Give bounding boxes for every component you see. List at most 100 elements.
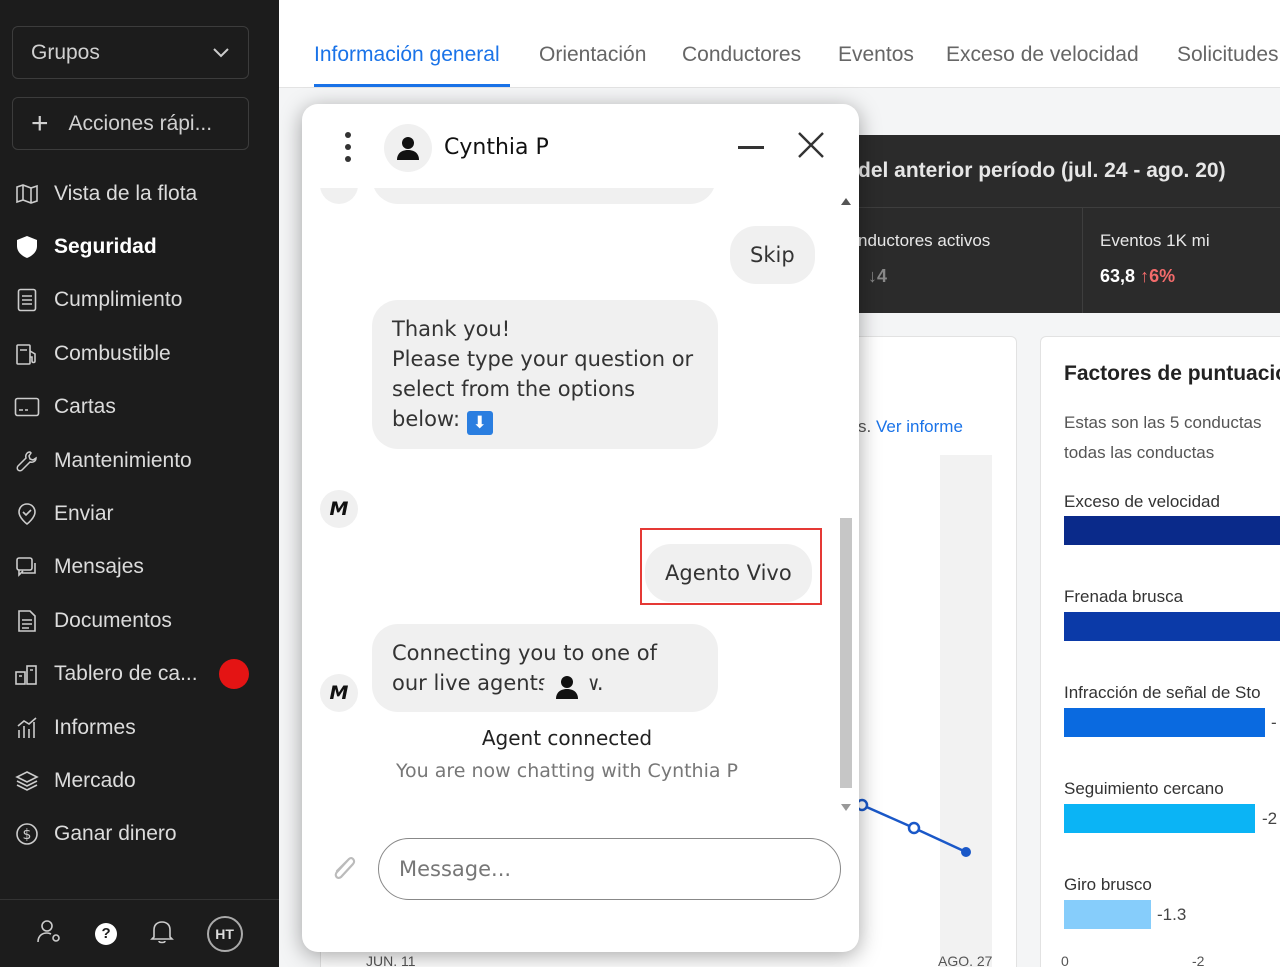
sidebar-item-cards[interactable]: Cartas [0, 381, 279, 434]
down-arrow-icon: ⬇ [466, 411, 493, 435]
plus-icon: + [31, 106, 49, 140]
view-report-link[interactable]: Ver informe [876, 417, 963, 436]
chart-highlight-band [940, 455, 992, 967]
close-icon[interactable] [796, 130, 826, 160]
agent-avatar [384, 124, 432, 172]
sidebar-item-marketplace[interactable]: Mercado [0, 754, 279, 807]
trend-line [858, 798, 971, 857]
sidebar-item-earn-money[interactable]: $ Ganar dinero [0, 808, 279, 861]
sidebar-item-messages[interactable]: Mensajes [0, 541, 279, 594]
bot-logo-icon: M [320, 490, 358, 528]
factor-value: - [1271, 713, 1277, 732]
paperclip-icon[interactable] [328, 852, 360, 886]
factor-bar [1064, 612, 1280, 641]
factor-label: Exceso de velocidad [1064, 492, 1220, 511]
sidebar-item-label: Tablero de ca... [54, 662, 198, 686]
card-icon [14, 394, 40, 420]
factor-bar [1064, 804, 1255, 833]
reports-icon [14, 715, 40, 741]
tab-overview[interactable]: Información general [314, 43, 500, 67]
help-icon[interactable]: ? [95, 922, 118, 945]
chevron-down-icon [213, 47, 229, 57]
dashboard-icon [14, 661, 40, 687]
active-tab-indicator [314, 84, 510, 87]
factor-axis-tick: -2 [1192, 953, 1205, 967]
scroll-up-arrow[interactable] [841, 198, 851, 205]
kpi-active-drivers-label: nductores activos [858, 231, 991, 250]
user-avatar[interactable]: HT [206, 915, 243, 952]
sidebar-item-documents[interactable]: Documentos [0, 594, 279, 647]
highlight-box [640, 528, 822, 605]
shield-icon [14, 234, 40, 260]
kpi-events-value-group: 63,8 ↑6% [1100, 266, 1175, 287]
factors-title: Factores de puntuación [1064, 362, 1280, 385]
tab-requests[interactable]: Solicitudes [1177, 43, 1279, 67]
sidebar-item-maintenance[interactable]: Mantenimiento [0, 434, 279, 487]
sidebar-item-label: Ganar dinero [54, 822, 177, 846]
divider [858, 207, 1280, 208]
sidebar-nav: Vista de la flota Seguridad Cumplimiento… [0, 167, 279, 861]
tab-coaching[interactable]: Orientación [539, 43, 646, 67]
sidebar-item-label: Informes [54, 715, 136, 739]
tab-events[interactable]: Eventos [838, 43, 914, 67]
sidebar-item-label: Enviar [54, 502, 114, 526]
x-tick-end: AGO. 27 [938, 953, 993, 967]
quick-actions-button[interactable]: + Acciones rápi... [12, 97, 249, 150]
sidebar-item-dispatch[interactable]: Enviar [0, 487, 279, 540]
groups-dropdown[interactable]: Grupos [12, 26, 249, 79]
sidebar-item-label: Seguridad [54, 235, 157, 259]
chat-messages[interactable]: Skip Thank you! Please type your questio… [302, 188, 837, 820]
factor-axis-tick: 0 [1061, 953, 1069, 967]
sidebar-item-compliance[interactable]: Cumplimiento [0, 274, 279, 327]
all-behaviors-link[interactable]: todas las conductas [1064, 443, 1214, 463]
tab-drivers[interactable]: Conductores [682, 43, 801, 67]
fuel-icon [14, 341, 40, 367]
sidebar-item-label: Cumplimiento [54, 288, 183, 312]
factor-label: Seguimiento cercano [1064, 779, 1224, 798]
chat-header: Cynthia P [302, 104, 859, 188]
sidebar-item-reports[interactable]: Informes [0, 701, 279, 754]
kpi-events-label: Eventos 1K mi [1100, 231, 1210, 250]
marketplace-icon [14, 768, 40, 794]
bubble-line: select from the options [392, 377, 636, 401]
quick-actions-label: Acciones rápi... [68, 111, 213, 135]
factor-value: -2 [1262, 809, 1278, 828]
minimize-icon[interactable] [738, 146, 764, 149]
sidebar-item-dashboard[interactable]: Tablero de ca... [0, 648, 279, 701]
scroll-thumb[interactable] [840, 518, 852, 788]
user-settings-icon[interactable] [36, 918, 62, 949]
groups-label: Grupos [31, 40, 100, 64]
scroll-down-arrow[interactable] [841, 804, 851, 811]
chat-widget: Cynthia P Skip Thank you! Please type yo… [302, 104, 859, 952]
tab-speeding[interactable]: Exceso de velocidad [946, 43, 1139, 67]
sidebar: Grupos + Acciones rápi... Vista de la fl… [0, 0, 279, 967]
bell-icon[interactable] [149, 918, 174, 949]
agent-name: Cynthia P [444, 135, 549, 160]
sidebar-item-label: Vista de la flota [54, 181, 198, 205]
sidebar-item-fuel[interactable]: Combustible [0, 327, 279, 380]
sidebar-item-label: Mensajes [54, 555, 144, 579]
bubble-line: below: ⬇ [392, 404, 698, 435]
divider [1082, 207, 1083, 313]
sidebar-item-safety[interactable]: Seguridad [0, 220, 279, 273]
kpi-events-value: 63,8 [1100, 266, 1136, 286]
x-tick-start: JUN. 11 [366, 953, 416, 967]
bot-logo-icon [320, 188, 358, 204]
notification-badge [219, 659, 249, 690]
sidebar-item-label: Combustible [54, 341, 171, 365]
bot-bubble-thanks: Thank you! Please type your question or … [372, 300, 718, 449]
dollar-icon: $ [14, 821, 40, 847]
kebab-menu-icon[interactable] [344, 132, 352, 162]
svg-text:$: $ [23, 827, 32, 843]
agent-connected-subtitle: You are now chatting with Cynthia P [395, 760, 739, 782]
message-input[interactable] [378, 838, 841, 900]
bot-logo-icon: M [320, 674, 358, 712]
previous-bot-bubble [372, 188, 716, 204]
summary-title: del anterior período (jul. 24 - ago. 20) [858, 159, 1226, 182]
wrench-icon [14, 448, 40, 474]
user-bubble-skip: Skip [730, 226, 815, 284]
sidebar-item-fleet-view[interactable]: Vista de la flota [0, 167, 279, 220]
chat-scrollbar[interactable] [837, 188, 855, 820]
dispatch-icon [14, 501, 40, 527]
agent-connected-title: Agent connected [481, 726, 653, 750]
